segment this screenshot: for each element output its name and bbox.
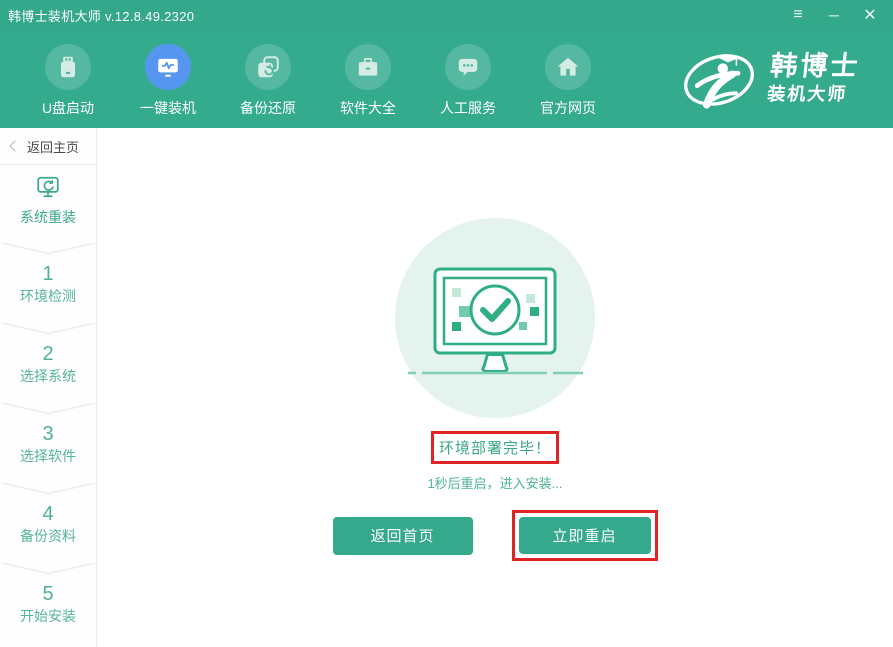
- nav-item-software-collection[interactable]: 软件大全: [318, 44, 418, 118]
- back-to-home-button[interactable]: 返回主页: [0, 128, 96, 165]
- step-number: 5: [20, 583, 76, 605]
- system-reinstall-icon: [35, 174, 61, 200]
- step-separator-chevron: [0, 321, 97, 335]
- brand-subtitle: 装机大师: [766, 80, 859, 106]
- nav-label: 一键装机: [140, 98, 196, 118]
- step-label: 环境检测: [20, 286, 76, 306]
- chat-bubble-icon: [445, 44, 491, 90]
- close-icon[interactable]: ✕: [859, 5, 881, 25]
- action-buttons-row: 返回首页 立即重启: [333, 510, 658, 561]
- window-title: 韩博士装机大师 v.12.8.49.2320: [8, 6, 194, 25]
- deployment-complete-illustration: [395, 218, 595, 418]
- step-label: 选择软件: [20, 446, 76, 466]
- sidebar-item-system-reinstall[interactable]: 系统重装: [20, 174, 76, 227]
- app-window: 韩博士装机大师 v.12.8.49.2320 ≡ ─ ✕ U盘启动: [0, 0, 893, 647]
- sidebar-step-select-system: 2 选择系统: [20, 343, 76, 387]
- nav-item-backup-restore[interactable]: 备份还原: [218, 44, 318, 118]
- sidebar-item-label: 系统重装: [20, 207, 76, 227]
- sidebar-step-backup-data: 4 备份资料: [20, 503, 76, 547]
- nav-label: 软件大全: [340, 98, 396, 118]
- backup-restore-icon: [245, 44, 291, 90]
- brand-logo: 韩博士 装机大师: [681, 44, 859, 114]
- step-number: 2: [20, 343, 76, 365]
- step-separator-chevron: [0, 401, 97, 415]
- brand-logo-icon: [681, 44, 757, 114]
- step-number: 4: [20, 503, 76, 525]
- step-number: 1: [20, 263, 76, 285]
- minimize-icon[interactable]: ─: [823, 7, 845, 23]
- nav-label: U盘启动: [42, 98, 94, 118]
- restart-annotation-box: 立即重启: [512, 510, 658, 561]
- restart-now-button[interactable]: 立即重启: [519, 517, 651, 554]
- menu-icon[interactable]: ≡: [787, 6, 809, 24]
- countdown-text: 1秒后重启，进入安装...: [427, 473, 562, 492]
- sidebar-step-select-software: 3 选择软件: [20, 423, 76, 467]
- sidebar-step-environment-check: 1 环境检测: [20, 263, 76, 307]
- nav-label: 人工服务: [440, 98, 496, 118]
- step-separator-chevron: [0, 481, 97, 495]
- main-content: 环境部署完毕！ 1秒后重启，进入安装... 返回首页 立即重启: [97, 128, 893, 647]
- nav-label: 官方网页: [540, 98, 596, 118]
- step-number: 3: [20, 423, 76, 445]
- nav-item-one-click-install[interactable]: 一键装机: [118, 44, 218, 118]
- step-separator-chevron: [0, 241, 97, 255]
- nav-label: 备份还原: [240, 98, 296, 118]
- brand-name: 韩博士: [769, 52, 862, 80]
- step-label: 选择系统: [20, 366, 76, 386]
- back-label: 返回主页: [27, 137, 79, 156]
- step-separator-chevron: [0, 561, 97, 575]
- usb-drive-icon: [45, 44, 91, 90]
- step-label: 备份资料: [20, 526, 76, 546]
- back-chevron-icon: [9, 140, 20, 151]
- briefcase-icon: [345, 44, 391, 90]
- monitor-pulse-icon: [145, 44, 191, 90]
- header-nav: U盘启动 一键装机 备份还原: [0, 30, 893, 128]
- window-controls: ≡ ─ ✕: [787, 5, 885, 25]
- step-label: 开始安装: [20, 606, 76, 626]
- nav-item-official-website[interactable]: 官方网页: [518, 44, 618, 118]
- home-icon: [545, 44, 591, 90]
- window-body: 返回主页 系统重装 1 环境检测 2 选择系统: [0, 128, 893, 647]
- sidebar-step-start-install: 5 开始安装: [20, 583, 76, 627]
- brand-logo-text: 韩博士 装机大师: [766, 52, 862, 106]
- return-home-button[interactable]: 返回首页: [333, 517, 473, 555]
- status-annotation-box: 环境部署完毕！: [431, 431, 559, 464]
- status-title: 环境部署完毕！: [439, 440, 551, 457]
- nav-item-usb-boot[interactable]: U盘启动: [18, 44, 118, 118]
- sidebar: 返回主页 系统重装 1 环境检测 2 选择系统: [0, 128, 97, 647]
- titlebar: 韩博士装机大师 v.12.8.49.2320 ≡ ─ ✕: [0, 0, 893, 30]
- nav-item-customer-service[interactable]: 人工服务: [418, 44, 518, 118]
